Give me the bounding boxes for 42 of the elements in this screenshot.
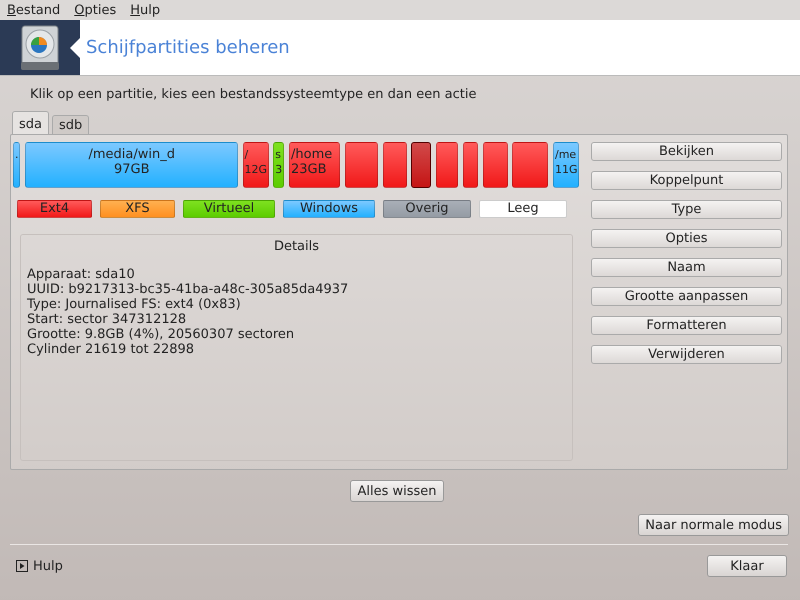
menu-item[interactable]: Opties <box>74 2 116 18</box>
clear-all-button[interactable]: Alles wissen <box>350 480 444 502</box>
legend-item: Overig <box>383 200 471 218</box>
action-button[interactable]: Type <box>591 200 782 219</box>
help-link[interactable]: Hulp <box>33 558 63 574</box>
disk-tab[interactable]: sda <box>12 111 49 134</box>
action-button[interactable]: Naam <box>591 258 782 277</box>
detail-line: Grootte: 9.8GB (4%), 20560307 sectoren <box>27 327 296 342</box>
action-button[interactable]: Formatteren <box>591 316 782 335</box>
detail-line: Cylinder 21619 tot 22898 <box>27 342 196 357</box>
detail-line: UUID: b9217313-bc35-41ba-a48c-305a85da4937 <box>27 282 350 297</box>
action-button[interactable]: Opties <box>591 229 782 248</box>
legend-item: Virtueel <box>183 200 275 218</box>
legend-item: Windows <box>283 200 375 218</box>
partition-block[interactable]: s 3 <box>273 142 284 188</box>
legend-item: Ext4 <box>17 200 92 218</box>
pointer-notch <box>70 38 80 58</box>
legend-item: Leeg <box>479 200 567 218</box>
detail-line: Apparaat: sda10 <box>27 267 136 282</box>
header-title: Schijfpartities beheren <box>86 37 290 58</box>
partition-block[interactable]: . <box>13 142 20 188</box>
partition-block[interactable]: / 12G <box>242 142 268 188</box>
action-button[interactable]: Verwijderen <box>591 345 782 364</box>
action-button[interactable]: Grootte aanpassen <box>591 287 782 306</box>
details-title: Details <box>272 239 320 254</box>
legend-item: XFS <box>100 200 175 218</box>
expand-icon[interactable] <box>16 560 28 572</box>
partition-block[interactable]: /me 11G <box>553 142 579 188</box>
partition-block[interactable]: /home 23GB <box>289 142 340 188</box>
menu-item[interactable]: Hulp <box>130 2 160 18</box>
detail-line: Start: sector 347312128 <box>27 312 188 327</box>
hard-disk-icon <box>18 24 62 72</box>
done-button[interactable]: Klaar <box>707 555 787 577</box>
partition-block[interactable] <box>411 142 432 188</box>
detail-line: Type: Journalised FS: ext4 (0x83) <box>27 297 242 312</box>
action-button[interactable]: Bekijken <box>591 142 782 161</box>
disk-tab[interactable]: sdb <box>52 115 90 134</box>
instruction-text: Klik op een partitie, kies een bestandssysteemtype en dan een actie <box>30 87 478 102</box>
partition-block[interactable]: /media/win_d 97GB <box>24 142 238 188</box>
mode-button[interactable]: Naar normale modus <box>638 514 789 536</box>
menu-item[interactable]: Bestand <box>7 2 60 18</box>
action-button[interactable]: Koppelpunt <box>591 171 782 190</box>
